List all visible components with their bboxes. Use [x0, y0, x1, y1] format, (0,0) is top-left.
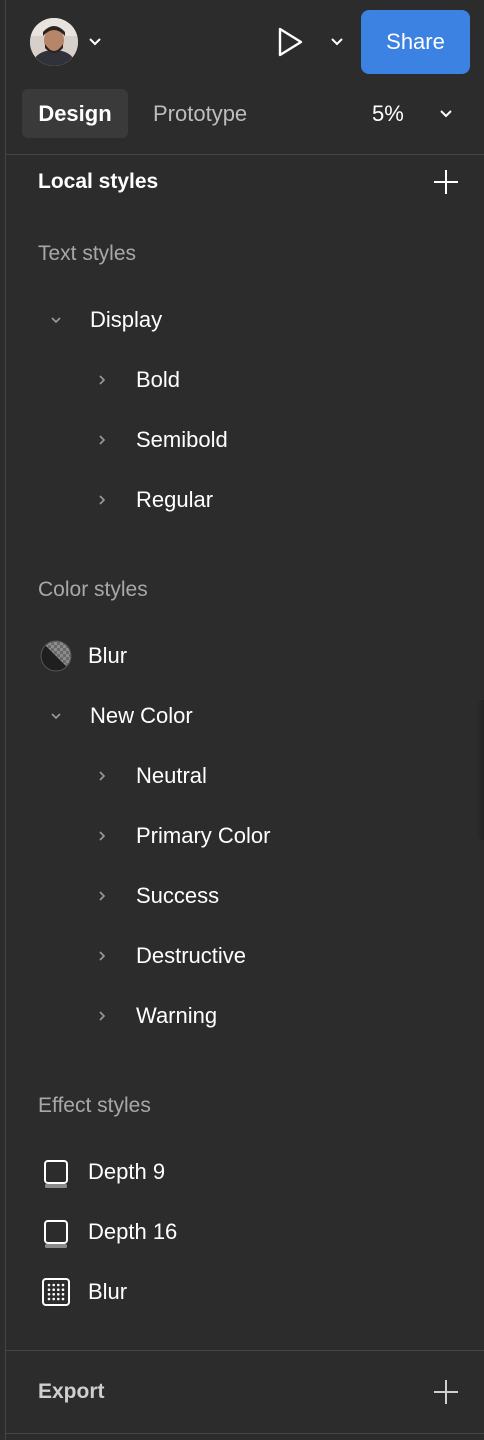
- color-style-neutral[interactable]: Neutral: [92, 756, 207, 796]
- chevron-right-icon: [92, 490, 112, 510]
- text-style-group-display[interactable]: Display: [46, 300, 162, 340]
- color-style-blur[interactable]: Blur: [88, 636, 127, 676]
- blur-effect-icon: [39, 1275, 73, 1309]
- style-label: Primary Color: [136, 823, 271, 848]
- chevron-down-icon: [439, 109, 453, 119]
- style-label: Semibold: [136, 427, 228, 452]
- style-label: Blur: [88, 1279, 128, 1304]
- add-style-button[interactable]: [432, 168, 460, 196]
- style-label: Depth 16: [88, 1219, 178, 1244]
- user-menu[interactable]: [30, 18, 110, 66]
- color-style-primary-color[interactable]: Primary Color: [92, 816, 270, 856]
- style-label: Neutral: [136, 763, 207, 788]
- divider: [5, 154, 484, 155]
- color-style-group-new-color[interactable]: New Color: [46, 696, 193, 736]
- style-label: Blur: [88, 643, 128, 668]
- add-export-button[interactable]: [432, 1378, 460, 1406]
- effect-styles-label: Effect styles: [38, 1094, 151, 1117]
- color-style-warning[interactable]: Warning: [92, 996, 217, 1036]
- local-styles-title: Local styles: [38, 170, 159, 193]
- group-label: Display: [90, 307, 163, 332]
- plus-icon: [433, 169, 459, 195]
- divider: [5, 1433, 484, 1434]
- color-styles-label: Color styles: [38, 578, 148, 601]
- chevron-down-icon: [330, 37, 344, 47]
- plus-icon: [433, 1379, 459, 1405]
- effect-style-blur[interactable]: Blur: [88, 1272, 127, 1312]
- text-style-semibold[interactable]: Semibold: [92, 420, 228, 460]
- share-button[interactable]: Share: [361, 10, 470, 74]
- divider: [5, 1350, 484, 1351]
- chevron-right-icon: [92, 886, 112, 906]
- text-styles-label: Text styles: [38, 242, 137, 265]
- present-button[interactable]: [270, 22, 310, 62]
- style-label: Bold: [136, 367, 181, 392]
- tab-design[interactable]: Design: [22, 89, 128, 138]
- chevron-right-icon: [92, 826, 112, 846]
- chevron-down-icon: [46, 706, 66, 726]
- group-label: New Color: [90, 703, 193, 728]
- style-label: Regular: [136, 487, 214, 512]
- color-swatch-icon: [39, 639, 73, 673]
- text-style-bold[interactable]: Bold: [92, 360, 180, 400]
- color-style-success[interactable]: Success: [92, 876, 219, 916]
- export-title: Export: [38, 1380, 105, 1403]
- drop-shadow-icon: [39, 1215, 73, 1249]
- chevron-right-icon: [92, 1006, 112, 1026]
- tab-prototype[interactable]: Prototype: [153, 89, 247, 138]
- panel-left-border: [5, 0, 6, 1440]
- chevron-down-icon: [46, 310, 66, 330]
- play-icon: [276, 26, 304, 58]
- style-label: Warning: [136, 1003, 218, 1028]
- style-label: Success: [136, 883, 220, 908]
- properties-toolbar: Share Design Prototype 5%: [0, 0, 484, 154]
- zoom-level[interactable]: 5%: [372, 89, 404, 138]
- canvas-edge-shadow: [476, 700, 484, 840]
- chevron-right-icon: [92, 766, 112, 786]
- drop-shadow-icon: [39, 1155, 73, 1189]
- color-style-destructive[interactable]: Destructive: [92, 936, 246, 976]
- chevron-right-icon: [92, 370, 112, 390]
- text-style-regular[interactable]: Regular: [92, 480, 213, 520]
- avatar: [30, 18, 78, 66]
- present-options-button[interactable]: [326, 30, 348, 54]
- chevron-right-icon: [92, 430, 112, 450]
- effect-style-depth-9[interactable]: Depth 9: [88, 1152, 165, 1192]
- chevron-right-icon: [92, 946, 112, 966]
- style-label: Destructive: [136, 943, 247, 968]
- chevron-down-icon: [88, 37, 102, 47]
- zoom-dropdown[interactable]: [436, 102, 456, 126]
- style-label: Depth 9: [88, 1159, 166, 1184]
- effect-style-depth-16[interactable]: Depth 16: [88, 1212, 177, 1252]
